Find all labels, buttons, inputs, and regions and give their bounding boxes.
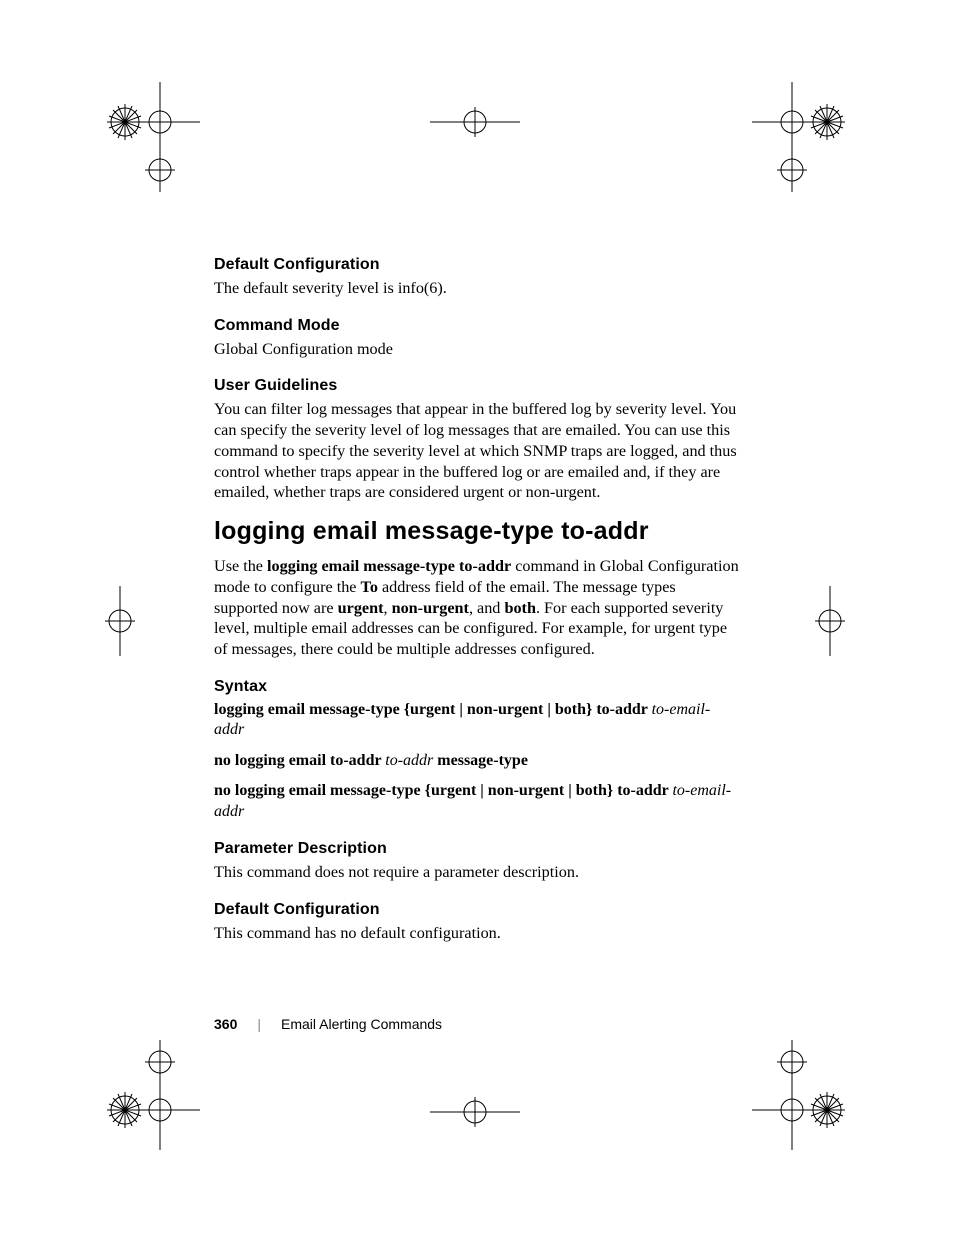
- intro-text: , and: [469, 599, 505, 617]
- crop-mark-bottom-center: [430, 1090, 520, 1135]
- heading-default-configuration-2: Default Configuration: [214, 901, 739, 919]
- page-content: Default Configuration The default severi…: [214, 256, 739, 962]
- text-command-mode: Global Configuration mode: [214, 339, 739, 360]
- syntax-line-2: no logging email to-addr to-addr message…: [214, 751, 739, 771]
- intro-nonurgent: non-urgent: [392, 599, 469, 617]
- crop-mark-top-left: [90, 82, 200, 192]
- crop-mark-mid-right: [800, 586, 860, 656]
- intro-both: both: [504, 599, 536, 617]
- text-parameter-description: This command does not require a paramete…: [214, 862, 739, 883]
- heading-default-configuration-1: Default Configuration: [214, 256, 739, 274]
- intro-to-word: To: [361, 578, 378, 596]
- heading-syntax: Syntax: [214, 678, 739, 696]
- section-title: logging email message-type to-addr: [214, 517, 739, 546]
- crop-mark-bottom-left: [90, 1040, 200, 1150]
- syntax-line-3: no logging email message-type {urgent | …: [214, 781, 739, 822]
- heading-command-mode: Command Mode: [214, 317, 739, 335]
- crop-mark-top-right: [752, 82, 862, 192]
- crop-mark-top-center: [430, 100, 520, 145]
- crop-mark-mid-left: [90, 586, 150, 656]
- crop-mark-bottom-right: [752, 1040, 862, 1150]
- syntax-param: to-addr: [385, 752, 433, 769]
- syntax-line-1: logging email message-type {urgent | non…: [214, 700, 739, 741]
- intro-urgent: urgent: [338, 599, 384, 617]
- intro-paragraph: Use the logging email message-type to-ad…: [214, 556, 739, 660]
- syntax-text: message-type: [433, 752, 528, 769]
- chapter-name: Email Alerting Commands: [281, 1016, 442, 1032]
- heading-user-guidelines: User Guidelines: [214, 377, 739, 395]
- page-number: 360: [214, 1016, 237, 1032]
- page: Default Configuration The default severi…: [0, 0, 954, 1235]
- syntax-text: logging email message-type {urgent | non…: [214, 701, 652, 718]
- footer-divider: |: [257, 1016, 261, 1032]
- syntax-text: no logging email message-type {urgent | …: [214, 782, 672, 799]
- intro-text: ,: [383, 599, 391, 617]
- text-default-configuration-2: This command has no default configuratio…: [214, 923, 739, 944]
- page-footer: 360 | Email Alerting Commands: [214, 1016, 442, 1032]
- heading-parameter-description: Parameter Description: [214, 840, 739, 858]
- text-default-configuration-1: The default severity level is info(6).: [214, 278, 739, 299]
- intro-text: Use the: [214, 557, 267, 575]
- text-user-guidelines: You can filter log messages that appear …: [214, 399, 739, 503]
- syntax-text: no logging email to-addr: [214, 752, 385, 769]
- intro-command-name: logging email message-type to-addr: [267, 557, 511, 575]
